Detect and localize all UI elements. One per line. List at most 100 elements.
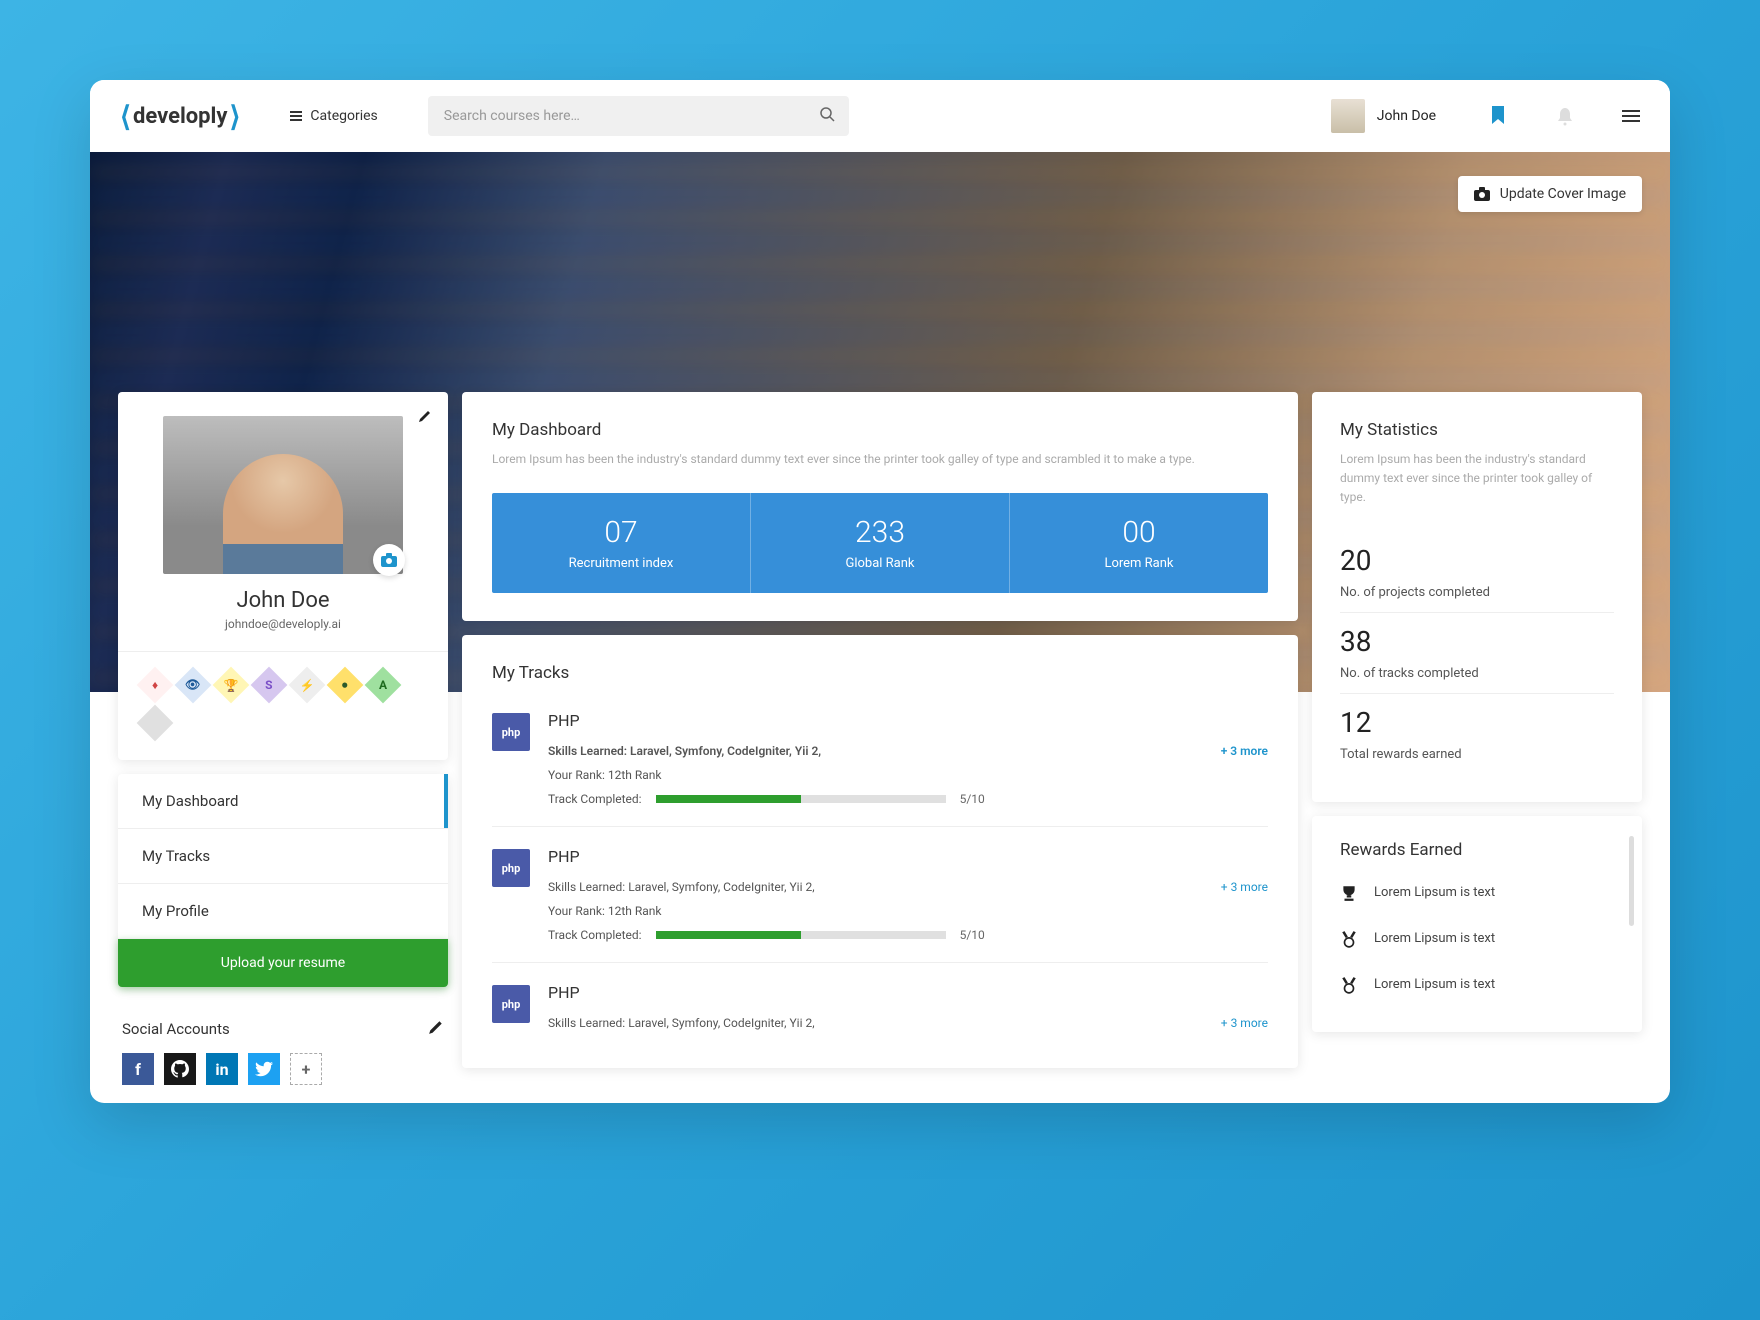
avatar-large: [163, 416, 403, 574]
more-skills-link[interactable]: + 3 more: [1221, 1016, 1268, 1030]
track-skills: Skills Learned: Laravel, Symfony, CodeIg…: [548, 1016, 1268, 1030]
track-name: PHP: [548, 847, 1268, 866]
social-link[interactable]: f: [122, 1053, 154, 1085]
dashboard-stat: 00Lorem Rank: [1010, 493, 1268, 593]
more-skills-link[interactable]: + 3 more: [1221, 880, 1268, 894]
track-item[interactable]: phpPHPSkills Learned: Laravel, Symfony, …: [492, 827, 1268, 963]
progress-text: 5/10: [960, 928, 985, 942]
bell-icon[interactable]: [1556, 106, 1576, 126]
track-rank: Your Rank: 12th Rank: [548, 768, 1268, 782]
php-icon: php: [492, 849, 530, 887]
medal-icon: [1340, 930, 1358, 948]
social-link[interactable]: in: [206, 1053, 238, 1085]
search-wrap: [428, 96, 850, 136]
logo[interactable]: ⟨ developly ⟩: [120, 100, 240, 133]
reward-item: Lorem Lipsum is text: [1340, 916, 1614, 962]
more-skills-link[interactable]: + 3 more: [1221, 744, 1268, 758]
add-social-button[interactable]: +: [290, 1053, 322, 1085]
camera-icon: [1474, 187, 1490, 201]
progress-bar: [656, 931, 946, 939]
statistics-subtitle: Lorem Ipsum has been the industry's stan…: [1340, 450, 1614, 508]
camera-icon: [381, 553, 397, 567]
dashboard-stats-row: 07Recruitment index233Global Rank00Lorem…: [492, 493, 1268, 593]
track-progress-row: Track Completed:5/10: [548, 792, 1268, 806]
logo-text: developly: [133, 104, 228, 129]
reward-text: Lorem Lipsum is text: [1374, 977, 1495, 992]
rewards-card: Rewards Earned Lorem Lipsum is text Lorem…: [1312, 816, 1642, 1032]
skill-badge: A: [365, 667, 402, 704]
dashboard-title: My Dashboard: [492, 420, 1268, 440]
dashboard-stat: 233Global Rank: [751, 493, 1010, 593]
nav-card: My DashboardMy TracksMy ProfileUpload yo…: [118, 774, 448, 987]
profile-name: John Doe: [142, 588, 424, 613]
list-icon: [290, 111, 302, 121]
tracks-card: My Tracks php PHP Skills Learned: Laravel,…: [462, 635, 1298, 1068]
edit-social-icon[interactable]: [428, 1019, 444, 1039]
statistics-card: My Statistics Lorem Ipsum has been the i…: [1312, 392, 1642, 802]
avatar-small: [1331, 99, 1365, 133]
profile-email: johndoe@developly.ai: [142, 617, 424, 631]
upload-resume-button[interactable]: Upload your resume: [118, 939, 448, 987]
track-name: PHP: [548, 711, 1268, 730]
track-progress-row: Track Completed:5/10: [548, 928, 1268, 942]
header: ⟨ developly ⟩ Categories John Doe: [90, 80, 1670, 152]
rewards-title: Rewards Earned: [1340, 840, 1614, 860]
search-icon[interactable]: [819, 106, 835, 126]
left-column: John Doe johndoe@developly.ai ♦👁🏆S⚡●A My…: [118, 392, 448, 1103]
user-name-header: John Doe: [1377, 108, 1436, 124]
trophy-icon: [1340, 884, 1358, 902]
divider: [118, 651, 448, 652]
statistic-block: 38No. of tracks completed: [1340, 613, 1614, 694]
skill-badge: 👁: [175, 667, 212, 704]
scrollbar[interactable]: [1629, 836, 1634, 926]
hamburger-icon[interactable]: [1622, 110, 1640, 122]
app-shell: ⟨ developly ⟩ Categories John Doe: [90, 80, 1670, 1103]
track-item[interactable]: phpPHPSkills Learned: Laravel, Symfony, …: [492, 963, 1268, 1040]
dashboard-stat: 07Recruitment index: [492, 493, 751, 593]
php-icon: php: [492, 713, 530, 751]
nav-item[interactable]: My Profile: [118, 884, 448, 939]
categories-link[interactable]: Categories: [290, 108, 377, 124]
skill-badge: ⚡: [289, 667, 326, 704]
categories-label: Categories: [310, 108, 377, 124]
change-photo-button[interactable]: [373, 544, 405, 576]
right-column: My Statistics Lorem Ipsum has been the i…: [1312, 392, 1642, 1103]
logo-bracket-right: ⟩: [229, 100, 240, 133]
reward-item: Lorem Lipsum is text: [1340, 962, 1614, 1008]
skill-badge: ♦: [137, 667, 174, 704]
user-chip[interactable]: John Doe: [1331, 99, 1436, 133]
profile-card: John Doe johndoe@developly.ai ♦👁🏆S⚡●A: [118, 392, 448, 760]
dashboard-card: My Dashboard Lorem Ipsum has been the in…: [462, 392, 1298, 621]
avatar-large-wrap: [163, 416, 403, 574]
skill-badge: S: [251, 667, 288, 704]
dashboard-subtitle: Lorem Ipsum has been the industry's stan…: [492, 450, 1268, 469]
social-link[interactable]: [164, 1053, 196, 1085]
update-cover-button[interactable]: Update Cover Image: [1458, 176, 1642, 212]
reward-text: Lorem Lipsum is text: [1374, 931, 1495, 946]
skill-badge: [137, 705, 174, 742]
search-input[interactable]: [428, 96, 850, 136]
statistic-block: 20No. of projects completed: [1340, 532, 1614, 613]
medal-icon: [1340, 976, 1358, 994]
tracks-title: My Tracks: [492, 663, 1268, 683]
social-row: f in +: [122, 1053, 444, 1085]
skill-badge: ●: [327, 667, 364, 704]
badges-row: ♦👁🏆S⚡●A: [142, 672, 424, 736]
reward-text: Lorem Lipsum is text: [1374, 885, 1495, 900]
track-rank: Your Rank: 12th Rank: [548, 904, 1268, 918]
track-name: PHP: [548, 983, 1268, 1002]
skill-badge: 🏆: [213, 667, 250, 704]
nav-item[interactable]: My Dashboard: [118, 774, 448, 829]
statistic-block: 12Total rewards earned: [1340, 694, 1614, 774]
edit-profile-icon[interactable]: [418, 408, 432, 427]
progress-bar: [656, 795, 946, 803]
social-link[interactable]: [248, 1053, 280, 1085]
content: John Doe johndoe@developly.ai ♦👁🏆S⚡●A My…: [90, 392, 1670, 1103]
bookmark-icon[interactable]: [1490, 106, 1510, 126]
track-skills: Skills Learned: Laravel, Symfony, CodeIg…: [548, 744, 1268, 758]
social-section: Social Accounts f in +: [118, 1001, 448, 1103]
track-item[interactable]: php PHP Skills Learned: Laravel, Symfony, …: [492, 691, 1268, 827]
nav-item[interactable]: My Tracks: [118, 829, 448, 884]
social-title: Social Accounts: [122, 1020, 230, 1038]
reward-item: Lorem Lipsum is text: [1340, 870, 1614, 916]
